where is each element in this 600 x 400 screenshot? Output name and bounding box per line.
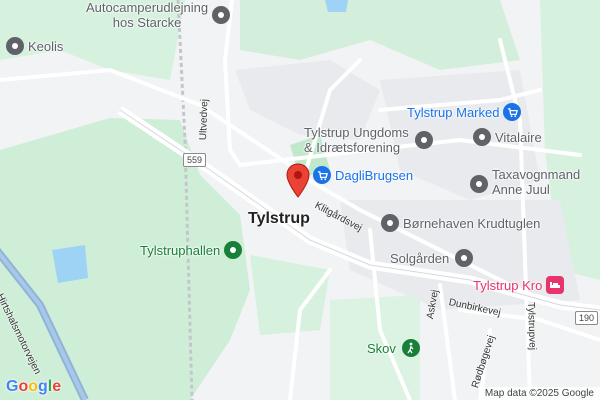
poi-taxa-icon bbox=[470, 175, 488, 193]
google-logo: Google bbox=[6, 378, 62, 395]
map-canvas[interactable]: 559 190 Ultvedvej Klitgårdsvej Askvej Du… bbox=[0, 0, 600, 400]
road-label-ultvedvej: Ultvedvej bbox=[198, 98, 211, 141]
poi-solgarden-label: Solgården bbox=[390, 250, 450, 266]
pond-west bbox=[52, 245, 88, 283]
poi-tylstrup-marked[interactable]: Tylstrup Marked bbox=[407, 103, 522, 121]
poi-skov-label: Skov bbox=[367, 340, 396, 356]
poi-bornehaven-label: Børnehaven Krudtuglen bbox=[403, 215, 541, 231]
route-559-shield: 559 bbox=[183, 153, 207, 167]
poi-solgarden-icon bbox=[455, 249, 474, 267]
poi-ungdoms[interactable]: Tylstrup Ungdoms & Idrætsforening bbox=[304, 125, 433, 155]
poi-taxa[interactable]: Taxavognmand Anne Juul bbox=[470, 167, 580, 197]
poi-keolis-icon bbox=[6, 37, 24, 55]
hiking-icon bbox=[401, 339, 420, 357]
shopping-cart-icon bbox=[313, 166, 331, 184]
poi-autocamper-label: Autocamperudlejning hos Starcke bbox=[86, 0, 209, 30]
poi-tylstruphallen[interactable]: Tylstruphallen bbox=[140, 241, 243, 259]
poi-autocamper-icon bbox=[212, 6, 231, 24]
pond-north bbox=[325, 0, 348, 12]
poi-skov[interactable]: Skov bbox=[367, 339, 420, 357]
poi-tylstruphallen-label: Tylstruphallen bbox=[140, 242, 221, 258]
poi-tylstrup-marked-label: Tylstrup Marked bbox=[407, 104, 500, 120]
map-base bbox=[0, 0, 600, 400]
location-pin-icon[interactable] bbox=[286, 163, 310, 199]
town-label: Tylstrup bbox=[248, 210, 310, 227]
poi-daglibrugsen-label: DagliBrugsen bbox=[335, 167, 414, 183]
poi-bornehaven[interactable]: Børnehaven Krudtuglen bbox=[381, 214, 540, 232]
road-label-tylstrupvej: Tylstrupvej bbox=[525, 302, 538, 351]
poi-kro[interactable]: Tylstrup Kro bbox=[473, 276, 565, 294]
poi-daglibrugsen[interactable]: DagliBrugsen bbox=[313, 166, 413, 184]
poi-bornehaven-icon bbox=[381, 214, 399, 232]
shopping-cart-icon bbox=[503, 103, 522, 121]
poi-kro-label: Tylstrup Kro bbox=[473, 277, 543, 293]
map-attribution[interactable]: Map data ©2025 Google bbox=[478, 387, 600, 400]
poi-autocamper[interactable]: Autocamperudlejning hos Starcke bbox=[86, 0, 231, 30]
poi-ungdoms-icon bbox=[414, 131, 433, 149]
poi-vitalaire[interactable]: Vitalaire bbox=[473, 128, 542, 146]
poi-keolis-label: Keolis bbox=[28, 38, 64, 54]
poi-vitalaire-icon bbox=[473, 128, 491, 146]
poi-vitalaire-label: Vitalaire bbox=[495, 129, 542, 145]
poi-taxa-label: Taxavognmand Anne Juul bbox=[492, 167, 581, 197]
poi-keolis[interactable]: Keolis bbox=[6, 37, 63, 55]
poi-tylstruphallen-icon bbox=[224, 241, 243, 259]
route-190-shield: 190 bbox=[575, 311, 599, 325]
poi-solgarden[interactable]: Solgården bbox=[390, 249, 474, 267]
poi-ungdoms-label: Tylstrup Ungdoms & Idrætsforening bbox=[304, 125, 409, 155]
bed-icon bbox=[546, 276, 565, 294]
